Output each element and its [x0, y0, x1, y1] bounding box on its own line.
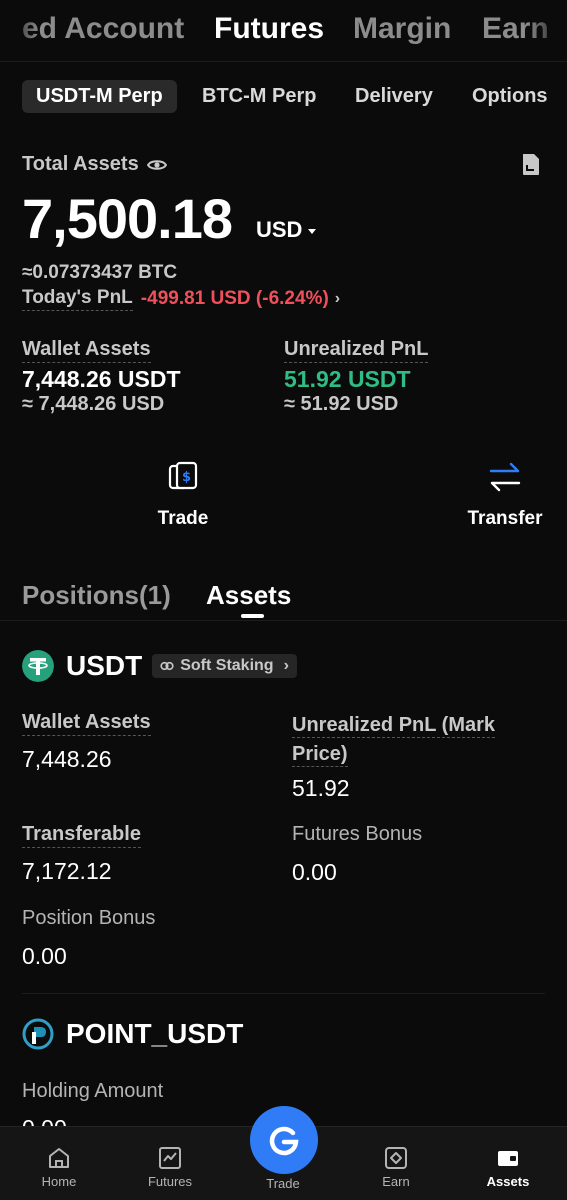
todays-pnl-value: -499.81 USD (-6.24%) [140, 288, 329, 309]
nav-assets[interactable]: Assets [468, 1145, 548, 1189]
point-logo-icon [22, 1018, 54, 1050]
transferable-value: 7,172.12 [22, 858, 112, 884]
point-usdt-header: POINT_USDT [22, 1018, 243, 1050]
trade-action[interactable]: $ Trade [123, 460, 243, 530]
total-assets-header: Total Assets [22, 153, 167, 176]
todays-pnl-row[interactable]: Today's PnL -499.81 USD (-6.24%) › [22, 287, 340, 311]
currency-label: USD [256, 217, 303, 242]
trade-action-label: Trade [157, 508, 209, 529]
section-divider [0, 620, 567, 621]
nav-futures-label: Futures [147, 1174, 193, 1189]
usdt-name: USDT [66, 650, 143, 681]
asset-divider [22, 993, 545, 994]
unrealized-pnl-value: 51.92 USDT [284, 366, 411, 392]
tabs-fade-left [0, 0, 40, 61]
tab-unified-account[interactable]: ed Account [22, 12, 184, 46]
position-bonus-label: Position Bonus [22, 907, 156, 929]
usdt-wallet-assets-value: 7,448.26 [22, 746, 112, 772]
tether-logo-icon [22, 650, 54, 682]
chevron-right-icon: › [334, 290, 341, 307]
total-assets-value: 7,500.18 [22, 187, 233, 250]
trade-logo-icon [269, 1126, 299, 1156]
soft-staking-badge[interactable]: Soft Staking › [152, 654, 297, 678]
tab-assets[interactable]: Assets [206, 580, 291, 611]
subtab-btc-m-perp[interactable]: BTC-M Perp [202, 80, 316, 113]
transfer-arrows-icon [489, 462, 521, 492]
nav-home[interactable]: Home [19, 1145, 99, 1189]
point-usdt-name: POINT_USDT [66, 1018, 244, 1049]
futures-bonus-label: Futures Bonus [292, 823, 423, 845]
earn-icon [385, 1147, 407, 1169]
caret-down-icon [308, 228, 317, 234]
transfer-action-label: Transfer [467, 508, 543, 529]
wallet-assets-usd: ≈ 7,448.26 USD [22, 393, 165, 415]
trade-card-icon: $ [168, 461, 198, 490]
nav-trade-label: Trade [266, 1176, 300, 1191]
transferable-label: Transferable [22, 823, 141, 848]
usdt-wallet-assets-label: Wallet Assets [22, 711, 151, 736]
nav-futures[interactable]: Futures [130, 1145, 210, 1189]
subtab-usdt-m-perp[interactable]: USDT-M Perp [22, 80, 177, 113]
todays-pnl-label: Today's PnL [22, 287, 133, 311]
nav-earn[interactable]: Earn [356, 1145, 436, 1189]
position-bonus-value: 0.00 [22, 943, 67, 969]
eye-icon[interactable] [146, 158, 167, 172]
home-icon [49, 1148, 69, 1168]
active-tab-indicator [241, 614, 264, 618]
nav-assets-label: Assets [486, 1174, 530, 1189]
soft-staking-label: Soft Staking [180, 657, 274, 674]
wallet-icon [498, 1151, 518, 1166]
subtab-options[interactable]: Options [472, 80, 548, 113]
tab-futures[interactable]: Futures [214, 12, 324, 46]
wallet-assets-label: Wallet Assets [22, 338, 151, 363]
staking-link-icon [160, 661, 174, 671]
futures-chart-icon [159, 1147, 181, 1169]
transfer-action[interactable]: Transfer [445, 460, 565, 530]
nav-home-label: Home [41, 1174, 77, 1189]
unrealized-pnl-usd: ≈ 51.92 USD [284, 393, 399, 415]
svg-text:$: $ [182, 470, 191, 485]
usdt-unrealized-pnl-label: Unrealized PnL (Mark Price) [292, 711, 532, 769]
usdt-unrealized-pnl-value: 51.92 [292, 775, 350, 801]
tabs-fade-right [527, 0, 567, 61]
wallet-assets-value: 7,448.26 USDT [22, 366, 181, 392]
nav-earn-label: Earn [382, 1174, 410, 1189]
trade-fab-button[interactable] [250, 1106, 318, 1174]
chevron-right-icon: › [283, 657, 289, 674]
subtab-delivery[interactable]: Delivery [355, 80, 433, 113]
total-assets-label: Total Assets [22, 153, 139, 175]
unrealized-pnl-label: Unrealized PnL [284, 338, 429, 363]
tab-margin[interactable]: Margin [353, 12, 451, 46]
holding-amount-label: Holding Amount [22, 1080, 164, 1102]
usdt-header: USDT Soft Staking › [22, 650, 297, 682]
btc-equivalent: ≈0.07373437 BTC [22, 262, 178, 283]
tab-positions[interactable]: Positions(1) [22, 580, 171, 611]
currency-selector[interactable]: USD [256, 217, 317, 243]
document-icon[interactable] [521, 153, 541, 176]
futures-bonus-value: 0.00 [292, 859, 337, 885]
account-type-tabs: ed Account Futures Margin Earn [0, 0, 567, 62]
usdt-unrealized-pnl-text: Unrealized PnL (Mark Price) [292, 714, 496, 767]
